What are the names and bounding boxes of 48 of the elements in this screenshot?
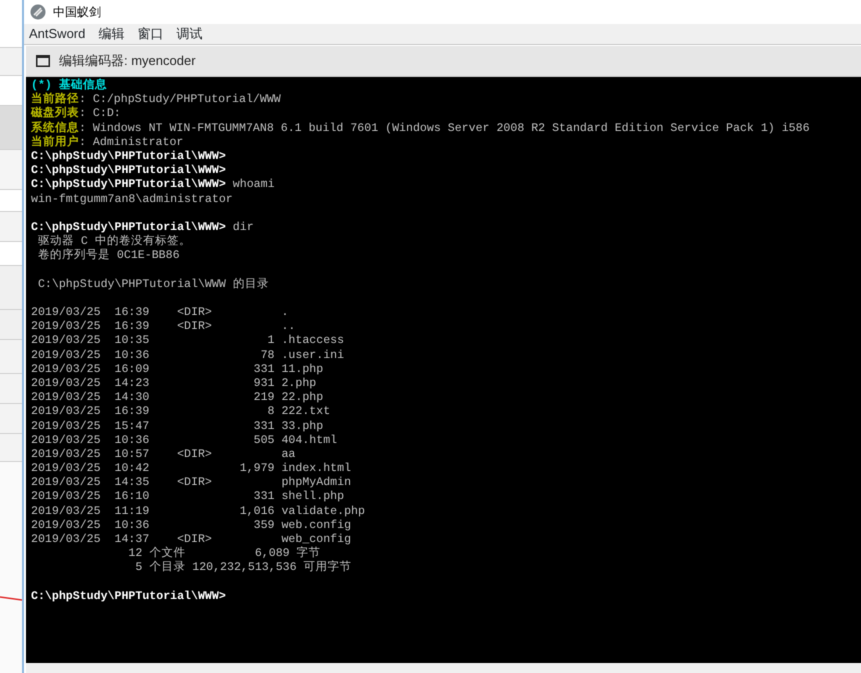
output-line: 2019/03/25 10:35 1 .htaccess [31,334,344,349]
output-line: 2019/03/25 16:10 331 shell.php [31,490,344,505]
output-line: 5 个目录 120,232,513,536 可用字节 [134,561,352,576]
info-value: : Windows NT WIN-FMTGUMM7AN8 6.1 build 7601 (Windows Server 2008 R2 Standard Edition Service Pack 1) i586 [79,122,810,136]
info-value: : Administrator [79,136,184,150]
output-line: 2019/03/25 11:19 1,016 validate.php [31,504,365,519]
command-text: dir [232,220,254,236]
output-line: 2019/03/25 14:37 <DIR> web_config [31,533,352,546]
annotation-line [0,596,22,602]
command-prompt: C:\phpStudy\PHPTutorial\WWW> [31,590,226,604]
window-icon [36,55,50,67]
info-label: 磁盘列表 [31,107,79,121]
output-line: 2019/03/25 16:39 <DIR> .. [31,320,296,334]
output-line: win-fmtgumm7an8\administrator [31,192,233,207]
command-prompt: C:\phpStudy\PHPTutorial\WWW> [31,178,226,193]
output-line: 12 个文件 6,089 字节 [127,547,321,560]
menu-item[interactable]: 窗口 [137,24,164,44]
section-heading: (*) 基础信息 [31,79,107,92]
info-label: 当前路径 [31,93,79,106]
output-line: 2019/03/25 14:30 219 22.php [31,391,324,406]
info-value: : C:D: [79,107,121,122]
info-label: 当前用户 [31,136,79,150]
info-label: 系统信息 [31,122,79,135]
menu-item[interactable]: 编辑 [98,24,124,44]
command-prompt: C:\phpStudy\PHPTutorial\WWW> [31,150,226,164]
command-prompt: C:\phpStudy\PHPTutorial\WWW> [31,220,226,234]
output-line: 2019/03/25 16:09 331 11.php [31,362,324,377]
command-text: whoami [232,178,275,193]
command-prompt: C:\phpStudy\PHPTutorial\WWW> [31,164,226,178]
output-line: 2019/03/25 14:35 <DIR> phpMyAdmin [31,476,352,490]
menu-item[interactable]: 调试 [176,24,202,44]
output-line: 驱动器 C 中的卷没有标签。 [36,235,191,248]
output-line: 2019/03/25 15:47 331 33.php [31,420,324,434]
info-value: : C:/phpStudy/PHPTutorial/WWW [79,93,281,108]
output-line: 2019/03/25 16:39 <DIR> . [31,306,288,320]
output-line: 2019/03/25 10:57 <DIR> aa [31,448,296,462]
output-line: 2019/03/25 10:42 1,979 index.html [31,462,352,476]
app-icon [30,4,46,20]
output-line: 2019/03/25 10:36 359 web.config [31,518,352,534]
output-line: 2019/03/25 10:36 78 .user.ini [31,348,344,363]
output-line: 卷的序列号是 0C1E-BB86 [36,249,180,264]
menu-item[interactable]: AntSword [29,24,86,44]
window-title: 中国蚁剑 [53,4,101,21]
output-line: C:\phpStudy\PHPTutorial\WWW 的目录 [36,278,269,292]
panel-title: 编辑编码器: myencoder [59,52,196,70]
output-line: 2019/03/25 14:23 931 2.php [31,376,316,392]
output-line: 2019/03/25 16:39 8 222.txt [31,405,330,420]
output-line: 2019/03/25 10:36 505 404.html [31,434,338,448]
